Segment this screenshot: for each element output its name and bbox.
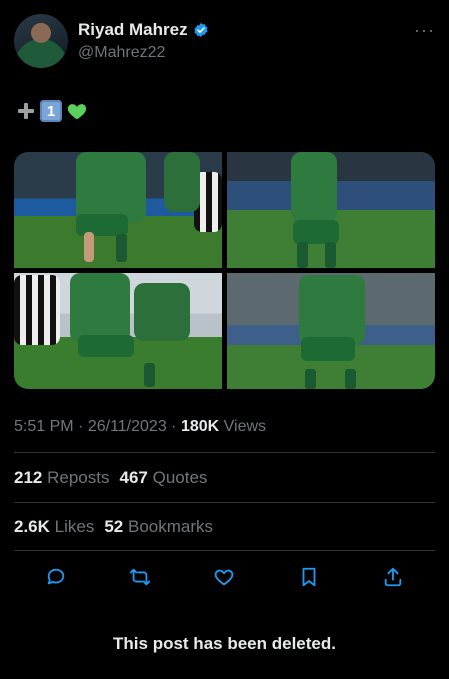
bookmarks-stat[interactable]: 52 Bookmarks <box>104 517 213 537</box>
divider <box>14 550 435 551</box>
like-icon[interactable] <box>213 566 235 588</box>
verified-badge-icon <box>194 23 208 37</box>
likes-count: 2.6K <box>14 517 50 536</box>
bookmarks-label: Bookmarks <box>128 517 214 536</box>
author-name[interactable]: Riyad Mahrez <box>78 20 188 40</box>
divider <box>14 452 435 453</box>
reposts-label: Reposts <box>47 468 110 487</box>
share-icon[interactable] <box>382 566 404 588</box>
repost-icon[interactable] <box>129 566 151 588</box>
meta-separator: · <box>78 418 84 435</box>
action-bar <box>14 562 435 592</box>
photo-2[interactable] <box>227 152 435 268</box>
stats-row-reposts: 212 Reposts 467 Quotes <box>14 468 207 488</box>
deleted-notice: This post has been deleted. <box>113 634 336 653</box>
quotes-stat[interactable]: 467 Quotes <box>119 468 207 488</box>
bookmarks-count: 52 <box>104 517 124 536</box>
post-header: Riyad Mahrez @Mahrez22 ··· <box>14 14 435 70</box>
tweet-text: 1 <box>16 100 88 122</box>
bookmark-icon[interactable] <box>298 566 320 588</box>
green-heart-icon <box>67 104 87 120</box>
post-meta: 5:51 PM · 26/11/2023 · 180K Views <box>14 418 266 436</box>
stats-row-likes: 2.6K Likes 52 Bookmarks <box>14 517 213 537</box>
plus-icon <box>18 103 34 119</box>
keycap-one-emoji: 1 <box>40 100 62 122</box>
photo-1[interactable] <box>14 152 222 268</box>
reposts-count: 212 <box>14 468 43 487</box>
reposts-stat[interactable]: 212 Reposts <box>14 468 109 488</box>
quotes-label: Quotes <box>152 468 208 487</box>
author-name-row[interactable]: Riyad Mahrez <box>78 20 209 40</box>
avatar[interactable] <box>14 14 68 68</box>
meta-separator: · <box>171 418 177 435</box>
views-count: 180K <box>180 418 220 435</box>
quotes-count: 467 <box>119 468 148 487</box>
likes-stat[interactable]: 2.6K Likes <box>14 517 94 537</box>
post-time[interactable]: 5:51 PM <box>14 418 74 435</box>
reply-icon[interactable] <box>45 566 67 588</box>
more-options-icon[interactable]: ··· <box>414 20 435 41</box>
author-handle[interactable]: @Mahrez22 <box>78 44 165 62</box>
views-label: Views <box>223 418 267 435</box>
media-grid <box>14 152 435 389</box>
divider <box>14 502 435 503</box>
photo-4[interactable] <box>227 273 435 389</box>
likes-label: Likes <box>54 517 95 536</box>
photo-3[interactable] <box>14 273 222 389</box>
post-date[interactable]: 26/11/2023 <box>88 418 167 435</box>
